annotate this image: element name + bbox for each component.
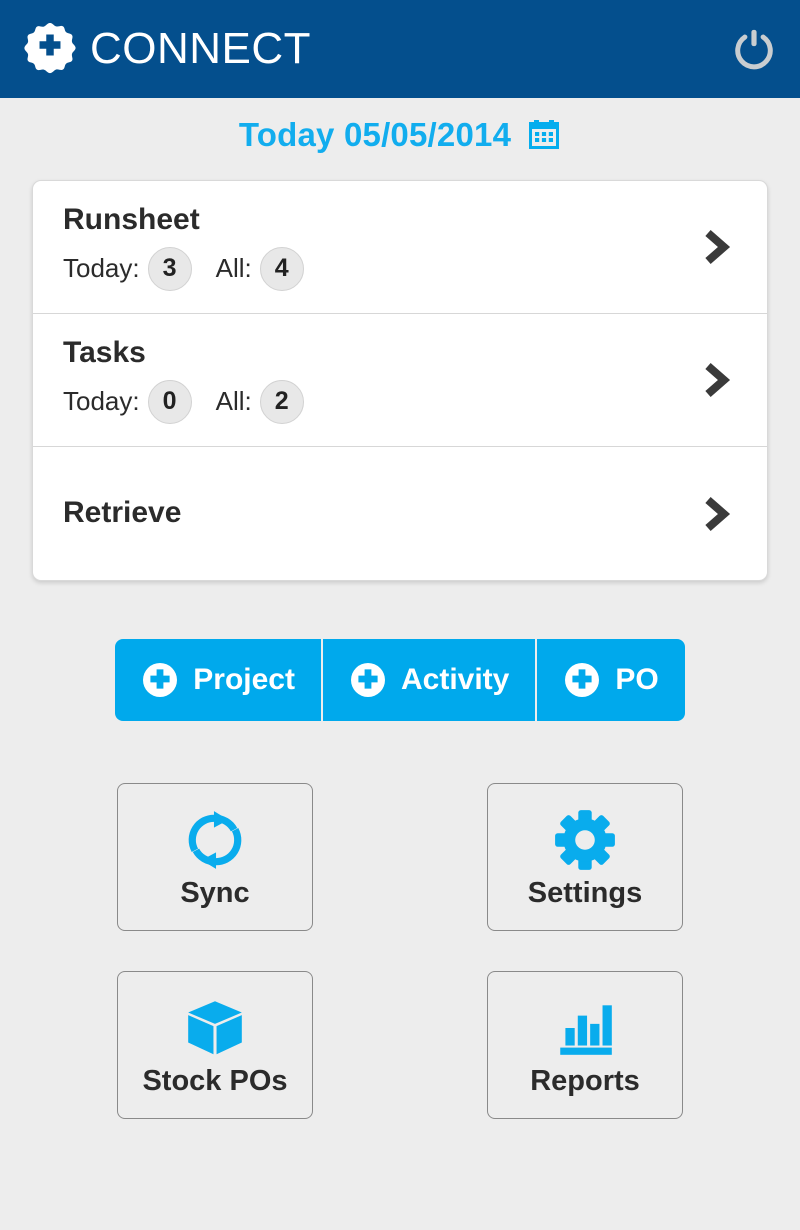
tile-label: Reports [530, 1064, 640, 1097]
tile-stock-pos[interactable]: Stock POs [117, 971, 313, 1119]
tile-grid: Sync Settings Stock POs Reports [0, 783, 800, 1119]
tile-label: Settings [527, 876, 643, 909]
brand: CONNECT [24, 22, 730, 75]
add-buttons-group: Project Activity PO [0, 639, 800, 721]
row-body: Runsheet Today: 3 All: 4 [63, 203, 699, 291]
tile-settings[interactable]: Settings [487, 783, 683, 931]
menu-row-runsheet[interactable]: Runsheet Today: 3 All: 4 [33, 181, 767, 314]
today-date-label: Today 05/05/2014 [238, 116, 512, 153]
plus-circle-icon [563, 661, 601, 699]
add-activity-button[interactable]: Activity [322, 639, 538, 721]
count-label: Today: [63, 253, 140, 284]
plus-circle-icon [141, 661, 179, 699]
count-badge: 4 [259, 246, 304, 291]
date-bar: Today 05/05/2014 [0, 98, 800, 172]
tile-sync[interactable]: Sync [117, 783, 313, 931]
tile-label: Stock POs [142, 1064, 288, 1097]
gear-icon [552, 807, 618, 873]
sync-refresh-icon [182, 807, 248, 873]
add-po-button[interactable]: PO [537, 639, 685, 721]
add-button-label: Activity [400, 663, 510, 696]
menu-row-title: Runsheet [63, 203, 200, 237]
app-title: CONNECT [90, 24, 312, 73]
power-icon[interactable] [730, 25, 778, 73]
chevron-right-icon [699, 494, 733, 534]
row-body: Tasks Today: 0 All: 2 [63, 336, 699, 424]
menu-row-title: Tasks [63, 336, 146, 370]
menu-row-counts: Today: 3 All: 4 [63, 246, 699, 291]
add-button-label: PO [615, 663, 659, 696]
menu-row-retrieve[interactable]: Retrieve [33, 447, 767, 580]
count-group-all: All: 2 [215, 379, 304, 424]
count-badge: 2 [259, 379, 304, 424]
chevron-right-icon [699, 360, 733, 400]
add-button-label: Project [193, 663, 295, 696]
chevron-right-icon [699, 227, 733, 267]
count-label: All: [215, 253, 252, 284]
tile-label: Sync [180, 876, 250, 909]
box-cube-icon [182, 995, 248, 1061]
add-project-button[interactable]: Project [115, 639, 323, 721]
menu-row-counts: Today: 0 All: 2 [63, 379, 699, 424]
count-group-today: Today: 0 [63, 379, 192, 424]
menu-row-tasks[interactable]: Tasks Today: 0 All: 2 [33, 314, 767, 447]
plus-circle-icon [349, 661, 387, 699]
menu-row-title: Retrieve [63, 496, 182, 530]
count-badge: 0 [147, 379, 192, 424]
tile-reports[interactable]: Reports [487, 971, 683, 1119]
bar-chart-icon [552, 995, 618, 1061]
count-badge: 3 [147, 246, 192, 291]
menu-card: Runsheet Today: 3 All: 4 Tasks Today: 0 … [32, 180, 768, 581]
count-label: Today: [63, 386, 140, 417]
count-label: All: [215, 386, 252, 417]
row-body: Retrieve [63, 496, 699, 531]
count-group-today: Today: 3 [63, 246, 192, 291]
calendar-icon[interactable] [527, 118, 561, 152]
count-group-all: All: 4 [215, 246, 304, 291]
app-header: CONNECT [0, 0, 800, 98]
cog-plus-logo-icon [24, 22, 76, 75]
segmented-control: Project Activity PO [115, 639, 685, 721]
